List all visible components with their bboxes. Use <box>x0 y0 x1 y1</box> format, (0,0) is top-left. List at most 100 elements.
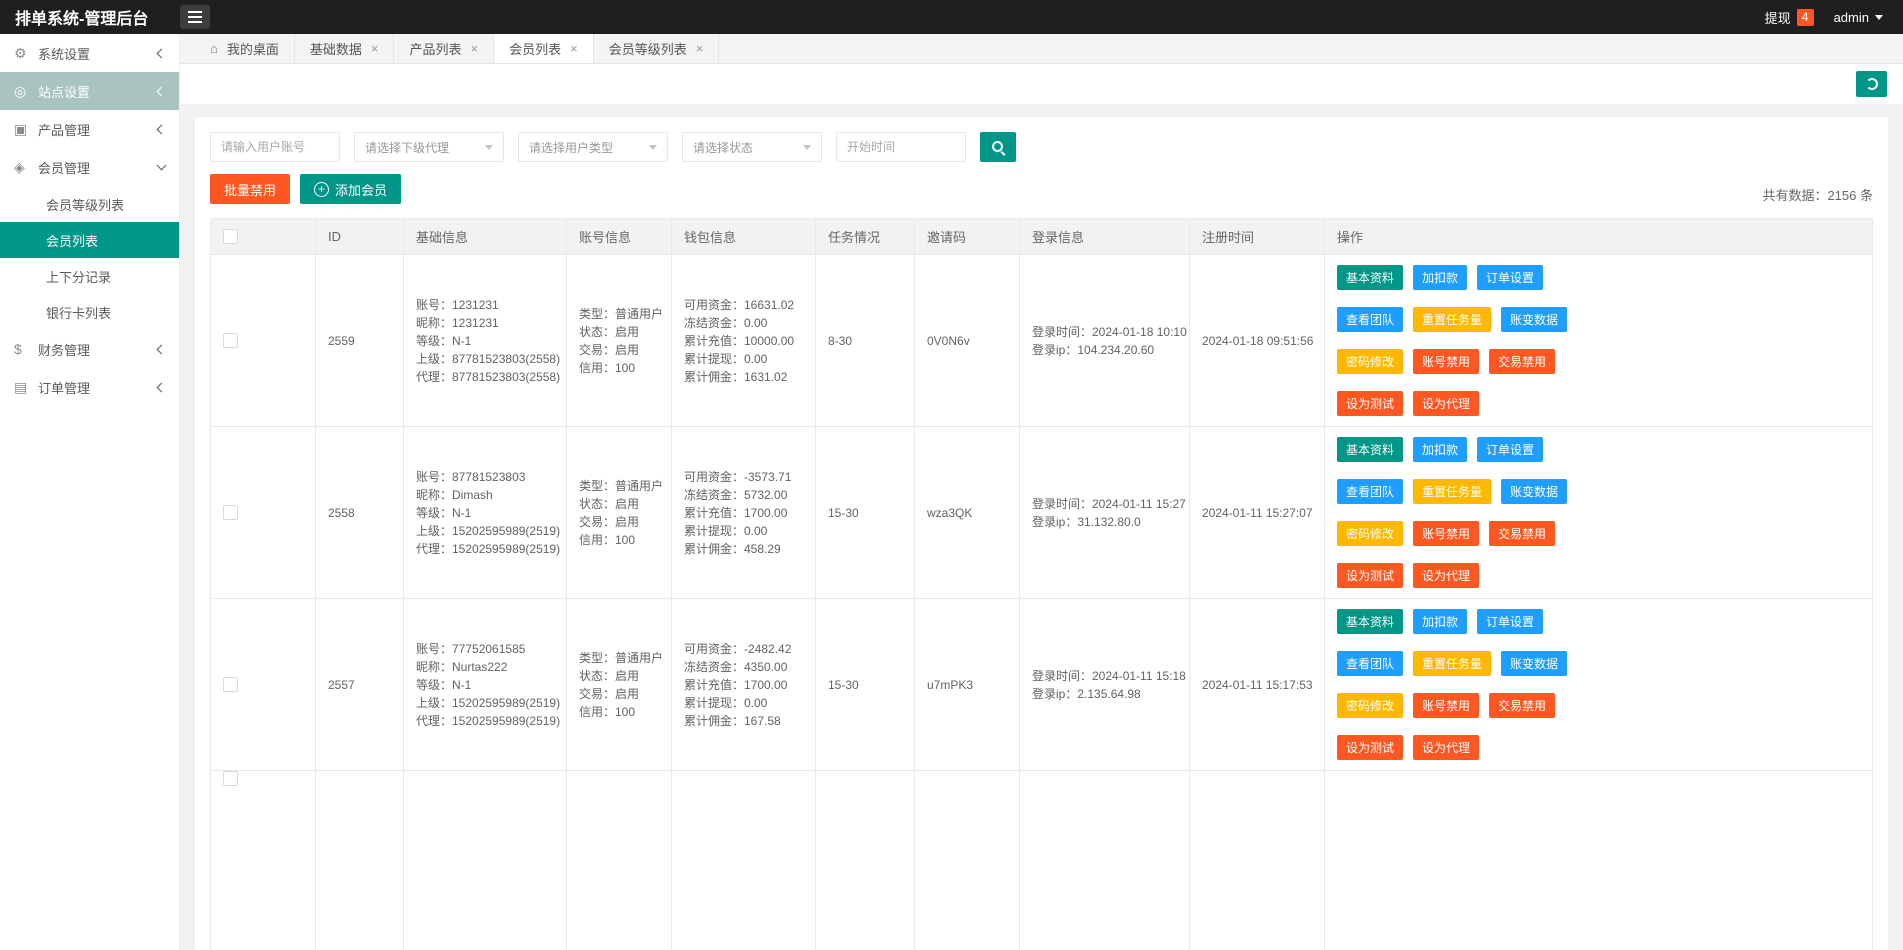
close-icon[interactable]: × <box>371 41 379 56</box>
col-header-invite-code: 邀请码 <box>915 219 1020 254</box>
action-view-team-button[interactable]: 查看团队 <box>1337 651 1404 676</box>
action-adjust-funds-button[interactable]: 加扣款 <box>1413 265 1468 290</box>
action-set-test-button[interactable]: 设为测试 <box>1337 563 1404 588</box>
refresh-button[interactable] <box>1856 71 1887 97</box>
sidebar-item-member-levels[interactable]: 会员等级列表 <box>0 186 179 222</box>
action-disable-trade-button[interactable]: 交易禁用 <box>1489 693 1556 718</box>
tab-member-levels[interactable]: 会员等级列表 × <box>594 34 720 63</box>
start-time-input[interactable] <box>836 132 966 162</box>
agent-line: 代理：15202595989(2519) <box>416 713 561 728</box>
type-line: 类型：普通用户 <box>579 478 664 493</box>
cell-invite-code: 0V0N6v <box>915 255 1020 426</box>
batch-disable-button[interactable]: 批量禁用 <box>210 174 291 204</box>
action-basic-info-button[interactable]: 基本资料 <box>1337 437 1404 462</box>
status-select[interactable]: 请选择状态 <box>682 132 822 162</box>
col-header-wallet-info: 钱包信息 <box>672 219 816 254</box>
action-account-changes-button[interactable]: 账变数据 <box>1501 651 1568 676</box>
sub-item-label: 银行卡列表 <box>46 305 112 321</box>
sidebar-toggle-button[interactable] <box>180 5 210 29</box>
row-checkbox[interactable] <box>223 333 238 348</box>
sidebar-item-member-management[interactable]: ◈ 会员管理 <box>0 148 179 186</box>
action-reset-tasks-button[interactable]: 重置任务量 <box>1413 479 1492 504</box>
action-disable-trade-button[interactable]: 交易禁用 <box>1489 349 1556 374</box>
action-change-password-button[interactable]: 密码修改 <box>1337 349 1404 374</box>
action-set-test-button[interactable]: 设为测试 <box>1337 391 1404 416</box>
table-row: 2558 账号：87781523803 昵称：Dimash 等级：N-1 上级：… <box>211 427 1872 599</box>
account-search-input[interactable] <box>210 132 340 162</box>
agent-select[interactable]: 请选择下级代理 <box>354 132 504 162</box>
action-reset-tasks-button[interactable]: 重置任务量 <box>1413 307 1492 332</box>
action-disable-account-button[interactable]: 账号禁用 <box>1413 521 1480 546</box>
action-disable-trade-button[interactable]: 交易禁用 <box>1489 521 1556 546</box>
total-deposit-line: 累计充值：10000.00 <box>684 333 795 348</box>
action-row: 批量禁用 + 添加会员 共有数据：2156 条 <box>210 174 1873 204</box>
filter-row: 请选择下级代理 请选择用户类型 请选择状态 <box>210 132 1873 162</box>
row-checkbox[interactable] <box>223 505 238 520</box>
action-set-agent-button[interactable]: 设为代理 <box>1413 563 1480 588</box>
header-right: 提现 4 admin <box>1765 8 1903 27</box>
tab-basic-data[interactable]: 基础数据 × <box>295 34 395 63</box>
total-commission-line: 累计佣金：1631.02 <box>684 369 788 384</box>
action-order-settings-button[interactable]: 订单设置 <box>1477 437 1544 462</box>
action-change-password-button[interactable]: 密码修改 <box>1337 693 1404 718</box>
sidebar-item-product-management[interactable]: ▣ 产品管理 <box>0 110 179 148</box>
action-change-password-button[interactable]: 密码修改 <box>1337 521 1404 546</box>
chevron-left-icon <box>156 124 167 134</box>
member-submenu: 会员等级列表 会员列表 上下分记录 银行卡列表 <box>0 186 179 330</box>
user-type-select[interactable]: 请选择用户类型 <box>518 132 668 162</box>
cell-login-info <box>1020 771 1190 950</box>
cell-register-time: 2024-01-18 09:51:56 <box>1190 255 1325 426</box>
sidebar-item-bank-cards[interactable]: 银行卡列表 <box>0 294 179 330</box>
cell-checkbox <box>211 255 316 426</box>
action-view-team-button[interactable]: 查看团队 <box>1337 479 1404 504</box>
action-adjust-funds-button[interactable]: 加扣款 <box>1413 609 1468 634</box>
user-menu[interactable]: admin <box>1834 10 1883 25</box>
sidebar-item-label: 系统设置 <box>38 46 91 62</box>
action-view-team-button[interactable]: 查看团队 <box>1337 307 1404 332</box>
action-account-changes-button[interactable]: 账变数据 <box>1501 307 1568 332</box>
add-member-button[interactable]: + 添加会员 <box>300 174 402 204</box>
close-icon[interactable]: × <box>696 41 704 56</box>
action-adjust-funds-button[interactable]: 加扣款 <box>1413 437 1468 462</box>
status-line: 状态：启用 <box>579 496 640 511</box>
action-basic-info-button[interactable]: 基本资料 <box>1337 609 1404 634</box>
sidebar-item-order-management[interactable]: ▤ 订单管理 <box>0 368 179 406</box>
table-header: ID 基础信息 账号信息 钱包信息 任务情况 邀请码 登录信息 注册时间 操作 <box>211 219 1872 255</box>
close-icon[interactable]: × <box>471 41 479 56</box>
refresh-icon <box>1865 78 1878 90</box>
login-time-line: 登录时间：2024-01-11 15:27 <box>1032 496 1186 511</box>
sidebar-item-member-list[interactable]: 会员列表 <box>0 222 179 258</box>
select-all-checkbox[interactable] <box>223 229 238 244</box>
sidebar-item-site-settings[interactable]: ◎ 站点设置 <box>0 72 179 110</box>
tab-product-list[interactable]: 产品列表 × <box>394 34 495 63</box>
cell-basic-info <box>404 771 567 950</box>
action-disable-account-button[interactable]: 账号禁用 <box>1413 693 1480 718</box>
action-order-settings-button[interactable]: 订单设置 <box>1477 265 1544 290</box>
action-set-test-button[interactable]: 设为测试 <box>1337 735 1404 760</box>
tab-member-list[interactable]: 会员列表 × <box>494 34 594 63</box>
tab-desktop[interactable]: ⌂ 我的桌面 <box>195 34 295 63</box>
action-reset-tasks-button[interactable]: 重置任务量 <box>1413 651 1492 676</box>
withdraw-link[interactable]: 提现 4 <box>1765 8 1814 27</box>
close-icon[interactable]: × <box>570 41 578 56</box>
action-account-changes-button[interactable]: 账变数据 <box>1501 479 1568 504</box>
search-button[interactable] <box>980 132 1016 162</box>
nickname-line: 昵称：Dimash <box>416 487 493 502</box>
sidebar-item-balance-records[interactable]: 上下分记录 <box>0 258 179 294</box>
action-basic-info-button[interactable]: 基本资料 <box>1337 265 1404 290</box>
frozen-funds-line: 冻结资金：0.00 <box>684 315 768 330</box>
sidebar-item-label: 订单管理 <box>38 380 91 396</box>
row-checkbox[interactable] <box>223 771 238 786</box>
row-checkbox[interactable] <box>223 677 238 692</box>
register-time: 2024-01-11 15:17:53 <box>1202 677 1313 692</box>
available-funds-line: 可用资金：-2482.42 <box>684 641 792 656</box>
register-time: 2024-01-18 09:51:56 <box>1202 333 1314 348</box>
sidebar-item-finance-management[interactable]: $ 财务管理 <box>0 330 179 368</box>
sidebar-item-system-settings[interactable]: ⚙ 系统设置 <box>0 34 179 72</box>
action-order-settings-button[interactable]: 订单设置 <box>1477 609 1544 634</box>
action-disable-account-button[interactable]: 账号禁用 <box>1413 349 1480 374</box>
tab-label: 会员等级列表 <box>608 42 687 57</box>
action-set-agent-button[interactable]: 设为代理 <box>1413 391 1480 416</box>
action-set-agent-button[interactable]: 设为代理 <box>1413 735 1480 760</box>
hamburger-icon <box>188 11 202 23</box>
